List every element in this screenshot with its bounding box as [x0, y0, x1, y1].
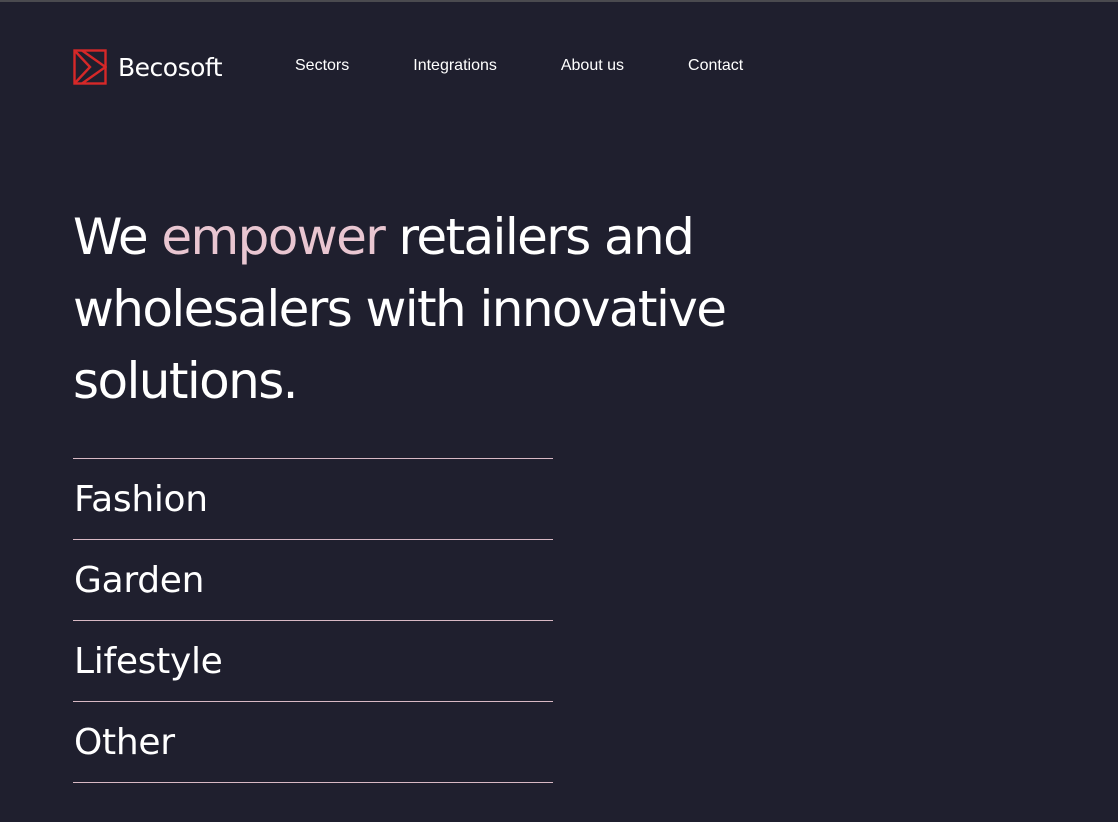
sector-item-fashion[interactable]: Fashion — [73, 459, 553, 540]
window-top-border — [0, 0, 1118, 2]
sector-item-other[interactable]: Other — [73, 702, 553, 783]
sector-label: Lifestyle — [74, 640, 223, 682]
nav-link-about-us[interactable]: About us — [561, 57, 624, 75]
site-header: Becosoft Sectors Integrations About us C… — [73, 48, 743, 86]
hero-accent-word: empower — [161, 208, 385, 266]
sector-list: Fashion Garden Lifestyle Other — [73, 458, 553, 783]
sector-label: Other — [74, 721, 175, 763]
brand-name: Becosoft — [118, 52, 223, 82]
main-nav: Sectors Integrations About us Contact — [295, 57, 807, 75]
nav-link-contact[interactable]: Contact — [688, 57, 743, 75]
nav-link-sectors[interactable]: Sectors — [295, 57, 349, 75]
nav-link-integrations[interactable]: Integrations — [413, 57, 497, 75]
sector-label: Fashion — [74, 478, 208, 520]
hero-heading: We empower retailers and wholesalers wit… — [73, 201, 833, 417]
becosoft-logo-icon — [73, 49, 107, 85]
brand-logo[interactable]: Becosoft — [73, 49, 223, 85]
sector-label: Garden — [74, 559, 205, 601]
hero-prefix: We — [73, 208, 162, 266]
sector-item-garden[interactable]: Garden — [73, 540, 553, 621]
sector-item-lifestyle[interactable]: Lifestyle — [73, 621, 553, 702]
